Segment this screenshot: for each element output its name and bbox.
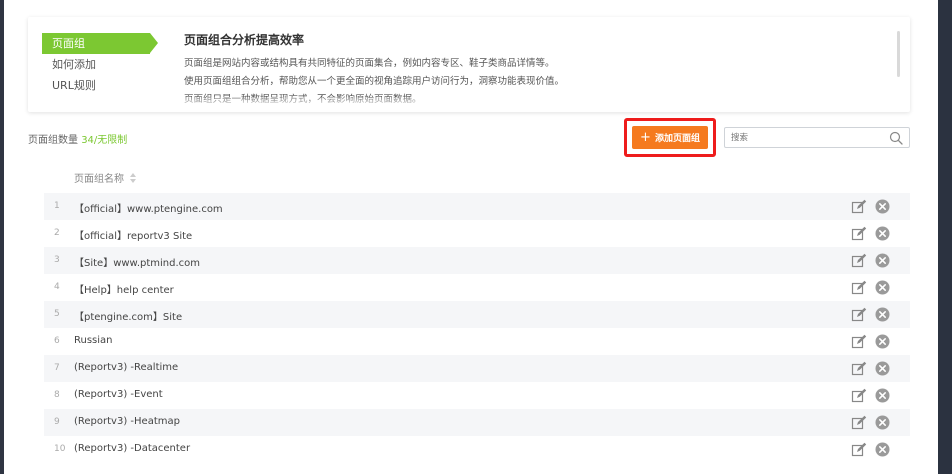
delete-icon[interactable] xyxy=(875,415,890,430)
search-box[interactable] xyxy=(724,127,910,148)
row-name: 【Help】help center xyxy=(74,285,174,296)
row-name: Russian xyxy=(74,335,113,346)
row-name: (Reportv3) -Event xyxy=(74,389,163,400)
edit-icon[interactable] xyxy=(851,280,867,296)
edit-icon[interactable] xyxy=(851,388,867,404)
row-name: 【Site】www.ptmind.com xyxy=(74,258,201,269)
help-content: 页面组合分析提高效率 页面组是网站内容或结构具有共同特征的页面集合，例如内容专区… xyxy=(184,31,884,103)
edit-icon[interactable] xyxy=(851,307,867,323)
delete-icon[interactable] xyxy=(875,307,890,322)
help-card: 页面组 如何添加 URL规则 页面组合分析提高效率 页面组是网站内容或结构具有共… xyxy=(28,17,910,112)
delete-icon[interactable] xyxy=(875,334,890,349)
row-index: 3 xyxy=(54,255,60,265)
search-input[interactable] xyxy=(731,130,881,145)
delete-icon[interactable] xyxy=(875,388,890,403)
table-row[interactable]: 10 (Reportv3) -Datacenter xyxy=(44,436,910,463)
delete-icon[interactable] xyxy=(875,199,890,214)
row-index: 10 xyxy=(54,444,66,454)
count-value: 34/无限制 xyxy=(81,135,128,146)
delete-icon[interactable] xyxy=(875,280,890,295)
row-index: 9 xyxy=(54,417,60,427)
row-name: 【official】www.ptengine.com xyxy=(74,204,223,215)
edit-icon[interactable] xyxy=(851,199,867,215)
table-row[interactable]: 6 Russian xyxy=(44,328,910,355)
page-group-count: 页面组数量 34/无限制 xyxy=(28,131,127,146)
main-content: 页面组 如何添加 URL规则 页面组合分析提高效率 页面组是网站内容或结构具有共… xyxy=(4,0,938,474)
edit-icon[interactable] xyxy=(851,442,867,458)
right-frame-edge xyxy=(938,0,952,474)
row-index: 4 xyxy=(54,282,60,292)
table-row[interactable]: 1 【official】www.ptengine.com xyxy=(44,193,910,220)
help-fade xyxy=(184,97,884,109)
edit-icon[interactable] xyxy=(851,334,867,350)
delete-icon[interactable] xyxy=(875,442,890,457)
add-page-group-button[interactable]: + 添加页面组 xyxy=(632,126,708,149)
edit-icon[interactable] xyxy=(851,253,867,269)
delete-icon[interactable] xyxy=(875,226,890,241)
help-scrollbar[interactable] xyxy=(897,31,900,77)
page-group-table: 1 【official】www.ptengine.com 2 【official… xyxy=(44,193,910,463)
table-row[interactable]: 3 【Site】www.ptmind.com xyxy=(44,247,910,274)
row-index: 7 xyxy=(54,363,60,373)
add-button-label: 添加页面组 xyxy=(654,134,700,144)
edit-icon[interactable] xyxy=(851,226,867,242)
search-icon[interactable] xyxy=(889,131,903,145)
row-index: 1 xyxy=(54,201,60,211)
edit-icon[interactable] xyxy=(851,361,867,377)
column-header-label: 页面组名称 xyxy=(74,174,124,185)
column-header-name[interactable]: 页面组名称 xyxy=(74,170,136,185)
delete-icon[interactable] xyxy=(875,253,890,268)
row-name: (Reportv3) -Datacenter xyxy=(74,443,191,454)
row-index: 8 xyxy=(54,390,60,400)
table-row[interactable]: 4 【Help】help center xyxy=(44,274,910,301)
help-line: 页面组是网站内容或结构具有共同特征的页面集合，例如内容专区、鞋子类商品详情等。 xyxy=(184,58,555,69)
row-name: 【official】reportv3 Site xyxy=(74,231,193,242)
table-row[interactable]: 9 (Reportv3) -Heatmap xyxy=(44,409,910,436)
count-label: 页面组数量 xyxy=(28,135,78,146)
help-title: 页面组合分析提高效率 xyxy=(184,33,305,47)
plus-icon: + xyxy=(640,130,651,145)
table-row[interactable]: 7 (Reportv3) -Realtime xyxy=(44,355,910,382)
help-nav: 页面组 如何添加 URL规则 xyxy=(42,33,172,96)
table-row[interactable]: 5 【ptengine.com】Site xyxy=(44,301,910,328)
table-row[interactable]: 2 【official】reportv3 Site xyxy=(44,220,910,247)
row-name: 【ptengine.com】Site xyxy=(74,312,183,323)
sort-icon[interactable] xyxy=(130,172,136,183)
row-index: 5 xyxy=(54,309,60,319)
help-line: 使用页面组组合分析，帮助您从一个更全面的视角追踪用户访问行为，洞察功能表现价值。 xyxy=(184,76,565,87)
help-nav-item-url-rules[interactable]: URL规则 xyxy=(42,75,172,96)
table-row[interactable]: 8 (Reportv3) -Event xyxy=(44,382,910,409)
edit-icon[interactable] xyxy=(851,415,867,431)
help-nav-item-page-group[interactable]: 页面组 xyxy=(42,33,158,54)
delete-icon[interactable] xyxy=(875,361,890,376)
row-name: (Reportv3) -Heatmap xyxy=(74,416,180,427)
help-nav-item-how-to-add[interactable]: 如何添加 xyxy=(42,54,172,75)
row-index: 2 xyxy=(54,228,60,238)
row-index: 6 xyxy=(54,336,60,346)
row-name: (Reportv3) -Realtime xyxy=(74,362,179,373)
